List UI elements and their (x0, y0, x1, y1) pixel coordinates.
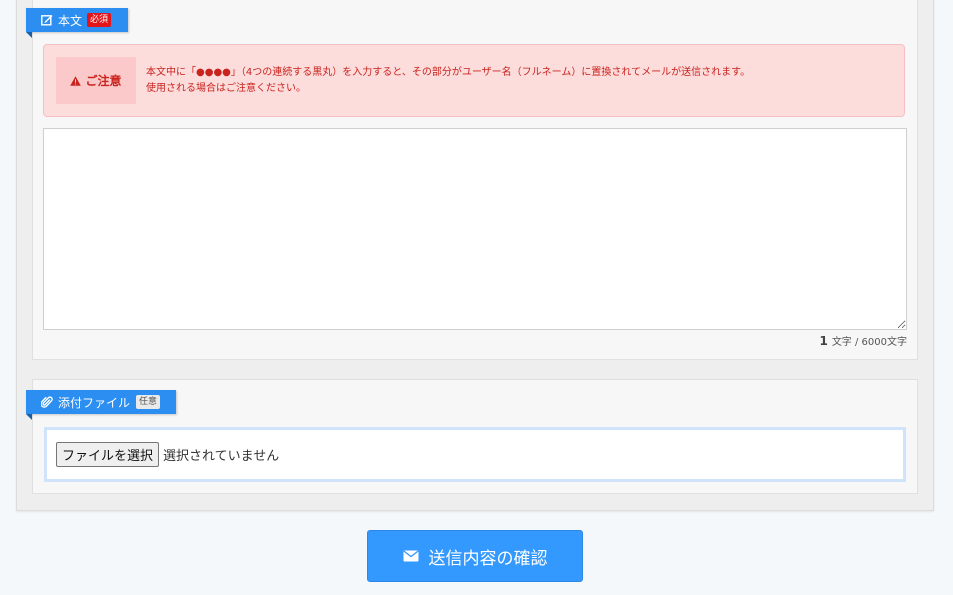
required-badge: 必須 (87, 13, 112, 27)
warning-icon (70, 75, 82, 86)
confirm-send-button[interactable]: 送信内容の確認 (367, 530, 583, 582)
edit-icon (40, 14, 53, 27)
file-status: 選択されていません (163, 449, 280, 464)
optional-badge: 任意 (136, 395, 161, 409)
confirm-send-label: 送信内容の確認 (428, 548, 548, 569)
attachment-section-label: 添付ファイル 任意 (26, 390, 176, 420)
notice-label-text: ご注意 (85, 74, 122, 88)
body-label-text: 本文 (58, 13, 83, 28)
character-limit: 文字 / 6000文字 (831, 337, 907, 348)
notice-label: ご注意 (56, 57, 136, 104)
character-counter: 1 文字 / 6000文字 (819, 333, 907, 348)
notice-line-1: 本文中に「●●●●」（4つの連続する黒丸）を入力すると、その部分がユーザー名（フ… (146, 67, 751, 78)
body-textarea[interactable] (43, 128, 907, 330)
notice-text: 本文中に「●●●●」（4つの連続する黒丸）を入力すると、その部分がユーザー名（フ… (146, 65, 886, 97)
notice-box: ご注意 本文中に「●●●●」（4つの連続する黒丸）を入力すると、その部分がユーザ… (43, 44, 905, 117)
character-count: 1 (819, 334, 828, 348)
choose-file-button[interactable]: ファイルを選択 (56, 442, 160, 467)
notice-line-2: 使用される場合はご注意ください。 (146, 83, 306, 94)
body-section-label: 本文 必須 (26, 8, 128, 38)
paperclip-icon (40, 395, 53, 409)
mail-icon (402, 550, 419, 562)
attachment-label-text: 添付ファイル (58, 395, 131, 410)
file-input[interactable]: ファイルを選択 選択されていません (44, 427, 906, 482)
